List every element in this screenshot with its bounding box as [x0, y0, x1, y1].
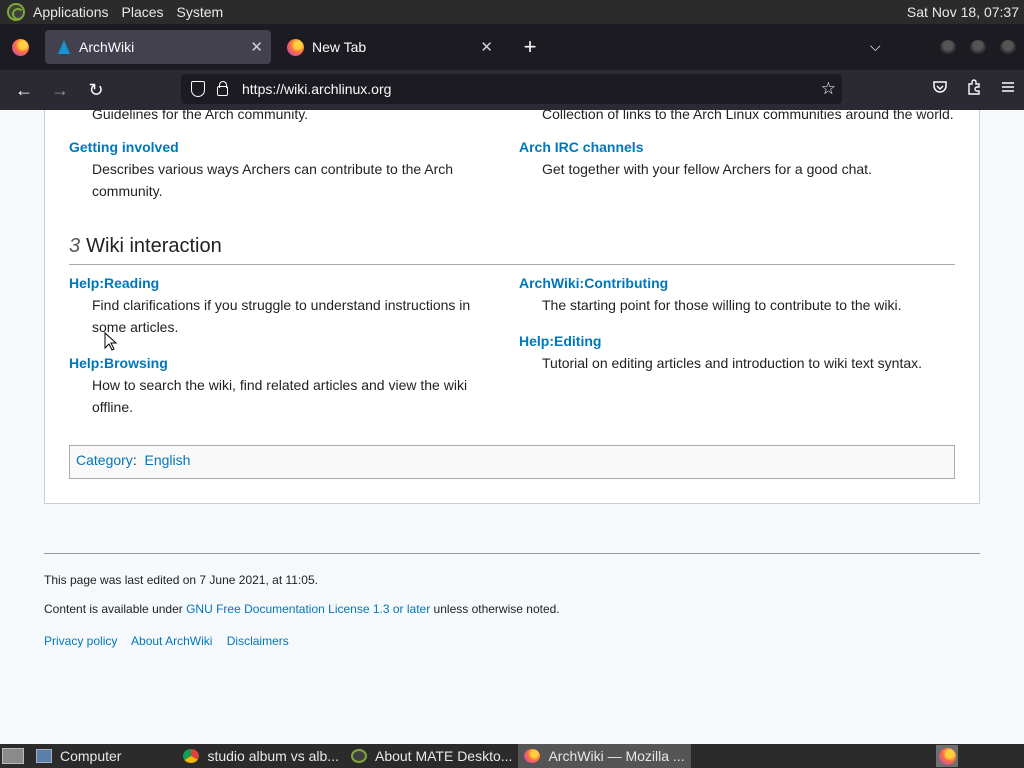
- firefox-icon: [524, 749, 541, 763]
- show-desktop-icon[interactable]: [2, 748, 24, 764]
- applications-menu[interactable]: Applications: [31, 4, 118, 20]
- category-links: Category: English: [69, 445, 955, 479]
- places-menu[interactable]: Places: [118, 4, 173, 20]
- taskbar-label: studio album vs alb...: [207, 748, 339, 764]
- tab-label: New Tab: [312, 39, 367, 55]
- license-line: Content is available under GNU Free Docu…: [44, 602, 560, 616]
- category-english-link[interactable]: English: [144, 452, 190, 468]
- help-browsing-link[interactable]: Help:Browsing: [69, 352, 489, 374]
- bottom-taskbar: Computer studio album vs alb... About MA…: [0, 744, 1024, 768]
- communities-desc: Collection of links to the Arch Linux co…: [542, 110, 954, 122]
- help-browsing-desc: How to search the wiki, find related art…: [92, 377, 468, 415]
- taskbar-item-firefox[interactable]: ArchWiki — Mozilla ...: [518, 744, 691, 768]
- taskbar-label: About MATE Deskto...: [374, 748, 513, 764]
- pocket-icon[interactable]: [932, 79, 948, 95]
- window-controls: [940, 40, 1016, 54]
- help-editing-desc: Tutorial on editing articles and introdu…: [542, 355, 923, 371]
- taskbar-item-computer[interactable]: Computer: [30, 744, 127, 768]
- getting-involved-link[interactable]: Getting involved: [69, 136, 489, 158]
- tab-new-tab[interactable]: New Tab ✕: [275, 30, 501, 64]
- irc-entry: Arch IRC channels Get together with your…: [519, 136, 939, 180]
- bookmark-star-icon[interactable]: ☆: [821, 79, 836, 99]
- category-separator: :: [132, 452, 137, 468]
- taskbar-item-chrome[interactable]: studio album vs alb...: [177, 744, 345, 768]
- help-browsing-entry: Help:Browsing How to search the wiki, fi…: [69, 352, 489, 418]
- clock[interactable]: Sat Nov 18, 07:37: [907, 4, 1019, 20]
- help-reading-desc: Find clarifications if you struggle to u…: [92, 297, 471, 335]
- navigation-toolbar: ← → ↻ https://wiki.archlinux.org ☆: [0, 70, 1024, 110]
- firefox-icon: [938, 747, 956, 765]
- category-label-link[interactable]: Category: [76, 452, 133, 468]
- disclaimers-link[interactable]: Disclaimers: [227, 634, 289, 648]
- maximize-button[interactable]: [970, 40, 986, 54]
- privacy-policy-link[interactable]: Privacy policy: [44, 634, 117, 648]
- arch-irc-channels-link[interactable]: Arch IRC channels: [519, 136, 939, 158]
- mate-logo-icon[interactable]: [7, 3, 25, 21]
- minimize-button[interactable]: [940, 40, 956, 54]
- computer-icon: [36, 749, 52, 763]
- firefox-icon: [287, 38, 304, 56]
- hamburger-menu-icon[interactable]: [1000, 79, 1016, 95]
- archlinux-icon: [57, 40, 71, 54]
- tab-label: ArchWiki: [79, 39, 135, 55]
- section-title: Wiki interaction: [86, 235, 222, 257]
- list-all-tabs-chevron-icon[interactable]: ⌵: [870, 38, 881, 55]
- lock-icon[interactable]: [217, 81, 228, 96]
- help-editing-link[interactable]: Help:Editing: [519, 330, 949, 352]
- license-suffix: unless otherwise noted.: [430, 602, 560, 616]
- tab-strip: ArchWiki ✕ New Tab ✕ + ⌵: [0, 24, 1024, 70]
- url-bar[interactable]: https://wiki.archlinux.org ☆: [181, 74, 842, 104]
- license-prefix: Content is available under: [44, 602, 187, 616]
- section-number: 3: [69, 235, 81, 257]
- footer-divider: [44, 553, 980, 554]
- cut-left-desc: Guidelines for the Arch community.: [69, 110, 489, 125]
- mate-icon: [350, 749, 367, 763]
- getting-involved-desc: Describes various ways Archers can contr…: [92, 161, 454, 199]
- contributing-entry: ArchWiki:Contributing The starting point…: [519, 272, 949, 316]
- tray-firefox-icon[interactable]: [936, 745, 958, 767]
- system-menu[interactable]: System: [173, 4, 233, 20]
- forward-arrow-icon[interactable]: →: [42, 74, 78, 106]
- help-editing-entry: Help:Editing Tutorial on editing article…: [519, 330, 949, 374]
- taskbar-label: ArchWiki — Mozilla ...: [548, 748, 685, 764]
- taskbar-label: Computer: [60, 748, 122, 764]
- last-edited-text: This page was last edited on 7 June 2021…: [44, 573, 318, 587]
- firefox-view-button[interactable]: [0, 24, 40, 70]
- cut-right-desc: Collection of links to the Arch Linux co…: [519, 110, 959, 125]
- section-heading: 3 Wiki interaction: [69, 235, 955, 265]
- url-text[interactable]: https://wiki.archlinux.org: [242, 81, 391, 97]
- back-arrow-icon[interactable]: ←: [6, 74, 42, 106]
- firefox-icon: [11, 38, 29, 56]
- getting-involved-entry: Getting involved Describes various ways …: [69, 136, 489, 202]
- toolbar-right-icons: [932, 79, 1016, 95]
- tab-archwiki[interactable]: ArchWiki ✕: [45, 30, 271, 64]
- archwiki-contributing-link[interactable]: ArchWiki:Contributing: [519, 272, 949, 294]
- contributing-desc: The starting point for those willing to …: [542, 297, 902, 313]
- about-archwiki-link[interactable]: About ArchWiki: [131, 634, 212, 648]
- gfdl-license-link[interactable]: GNU Free Documentation License 1.3 or la…: [186, 602, 430, 616]
- web-page: Guidelines for the Arch community. Colle…: [0, 110, 1024, 744]
- close-tab-icon[interactable]: ✕: [480, 38, 493, 56]
- reload-icon[interactable]: ↻: [78, 74, 114, 106]
- close-window-button[interactable]: [1000, 40, 1016, 54]
- chrome-icon: [183, 749, 200, 763]
- help-reading-entry: Help:Reading Find clarifications if you …: [69, 272, 489, 338]
- help-reading-link[interactable]: Help:Reading: [69, 272, 489, 294]
- top-panel: Applications Places System Sat Nov 18, 0…: [0, 0, 1024, 24]
- guidelines-desc: Guidelines for the Arch community.: [92, 110, 309, 122]
- taskbar-item-about-mate[interactable]: About MATE Deskto...: [345, 744, 518, 768]
- irc-desc: Get together with your fellow Archers fo…: [542, 161, 872, 177]
- tracking-protection-shield-icon[interactable]: [191, 81, 205, 97]
- close-tab-icon[interactable]: ✕: [250, 38, 263, 56]
- extensions-puzzle-icon[interactable]: [966, 79, 982, 95]
- footer-links: Privacy policy About ArchWiki Disclaimer…: [44, 634, 300, 648]
- new-tab-button[interactable]: +: [515, 34, 545, 60]
